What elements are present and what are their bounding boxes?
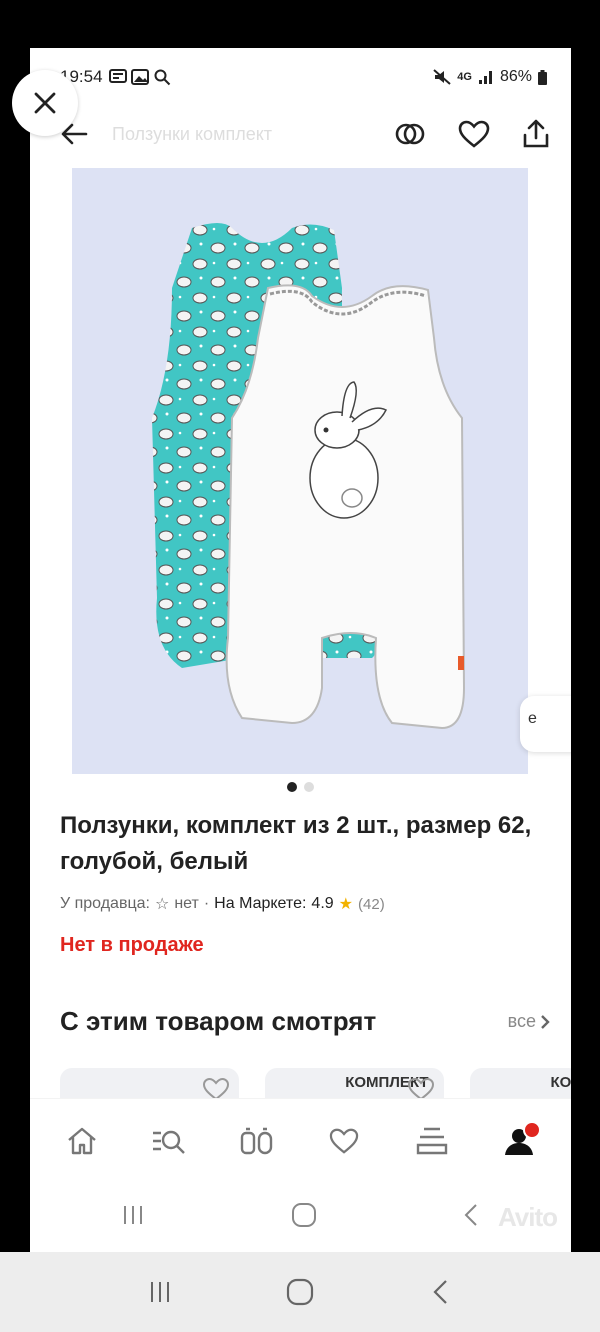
chevron-right-icon xyxy=(541,1014,550,1029)
signal-icon xyxy=(478,71,492,84)
review-count[interactable]: (42) xyxy=(358,896,385,913)
app-screen: 19:54 4G 86% Ползунки комплект е Ползунк… xyxy=(30,48,571,1252)
back-nav-icon[interactable] xyxy=(410,1272,470,1312)
bottom-nav xyxy=(30,1098,571,1182)
back-nav-icon[interactable] xyxy=(461,1202,481,1233)
home-icon[interactable] xyxy=(60,1119,104,1163)
recent-apps-icon[interactable] xyxy=(120,1203,146,1232)
network-type: 4G xyxy=(457,71,472,83)
cart-icon[interactable] xyxy=(410,1119,454,1163)
device-nav-bar xyxy=(0,1252,600,1332)
search-status-icon xyxy=(154,69,170,86)
share-icon[interactable] xyxy=(521,118,551,150)
gallery-icon xyxy=(130,69,149,85)
gallery-dot[interactable] xyxy=(304,782,314,792)
home-button-icon[interactable] xyxy=(270,1272,330,1312)
catalog-search-icon[interactable] xyxy=(147,1119,191,1163)
product-illustration xyxy=(152,223,466,730)
notification-badge xyxy=(522,1120,541,1139)
status-right: 4G 86% xyxy=(433,68,547,86)
page-title: Ползунки комплект xyxy=(112,123,273,144)
profile-icon[interactable] xyxy=(497,1119,541,1163)
star-outline-icon: ☆ xyxy=(154,896,170,913)
product-title: Ползунки, комплект из 2 шт., размер 62, … xyxy=(60,812,532,875)
battery-level: 86% xyxy=(499,68,532,85)
separator-dot: · xyxy=(203,895,210,912)
favorites-icon[interactable] xyxy=(322,1119,366,1163)
recent-apps-icon[interactable] xyxy=(130,1272,190,1312)
close-button[interactable] xyxy=(12,70,78,136)
seller-label: У продавца: xyxy=(60,895,150,912)
product-ratings: У продавца: ☆ нет · На Маркете: 4.9 ★ (4… xyxy=(60,894,560,914)
gallery-dot-active[interactable] xyxy=(287,782,297,792)
mute-icon xyxy=(433,69,451,85)
gallery-dots xyxy=(30,782,571,792)
message-icon xyxy=(108,69,127,83)
see-all-label: все xyxy=(507,1011,536,1031)
market-label: На Маркете: xyxy=(214,895,307,912)
seller-rating: нет xyxy=(174,895,199,912)
availability-status: Нет в продаже xyxy=(60,934,204,956)
market-rating: 4.9 xyxy=(311,895,334,912)
battery-icon xyxy=(538,69,547,85)
product-image[interactable] xyxy=(72,168,528,774)
close-icon xyxy=(34,92,56,114)
top-actions xyxy=(393,118,551,150)
compare-rings-icon[interactable] xyxy=(393,119,427,149)
favorite-heart-icon[interactable] xyxy=(457,119,491,149)
related-heading: С этим товаром смотрят xyxy=(60,1006,377,1036)
status-bar: 19:54 4G 86% xyxy=(30,48,571,106)
inner-system-nav: Avito xyxy=(30,1182,571,1252)
compare-icon[interactable] xyxy=(235,1119,279,1163)
see-all-link[interactable]: все xyxy=(508,1011,550,1032)
top-bar: Ползунки комплект xyxy=(30,106,571,162)
related-card-label: КО xyxy=(550,1074,571,1091)
star-filled-icon: ★ xyxy=(338,896,354,913)
home-button-icon[interactable] xyxy=(291,1202,317,1233)
related-section-header: С этим товаром смотрят все xyxy=(60,1006,550,1037)
notification-icons xyxy=(108,68,171,86)
side-chip-label: е xyxy=(528,710,537,727)
avito-watermark: Avito xyxy=(497,1202,558,1232)
side-chip[interactable]: е xyxy=(520,696,571,752)
